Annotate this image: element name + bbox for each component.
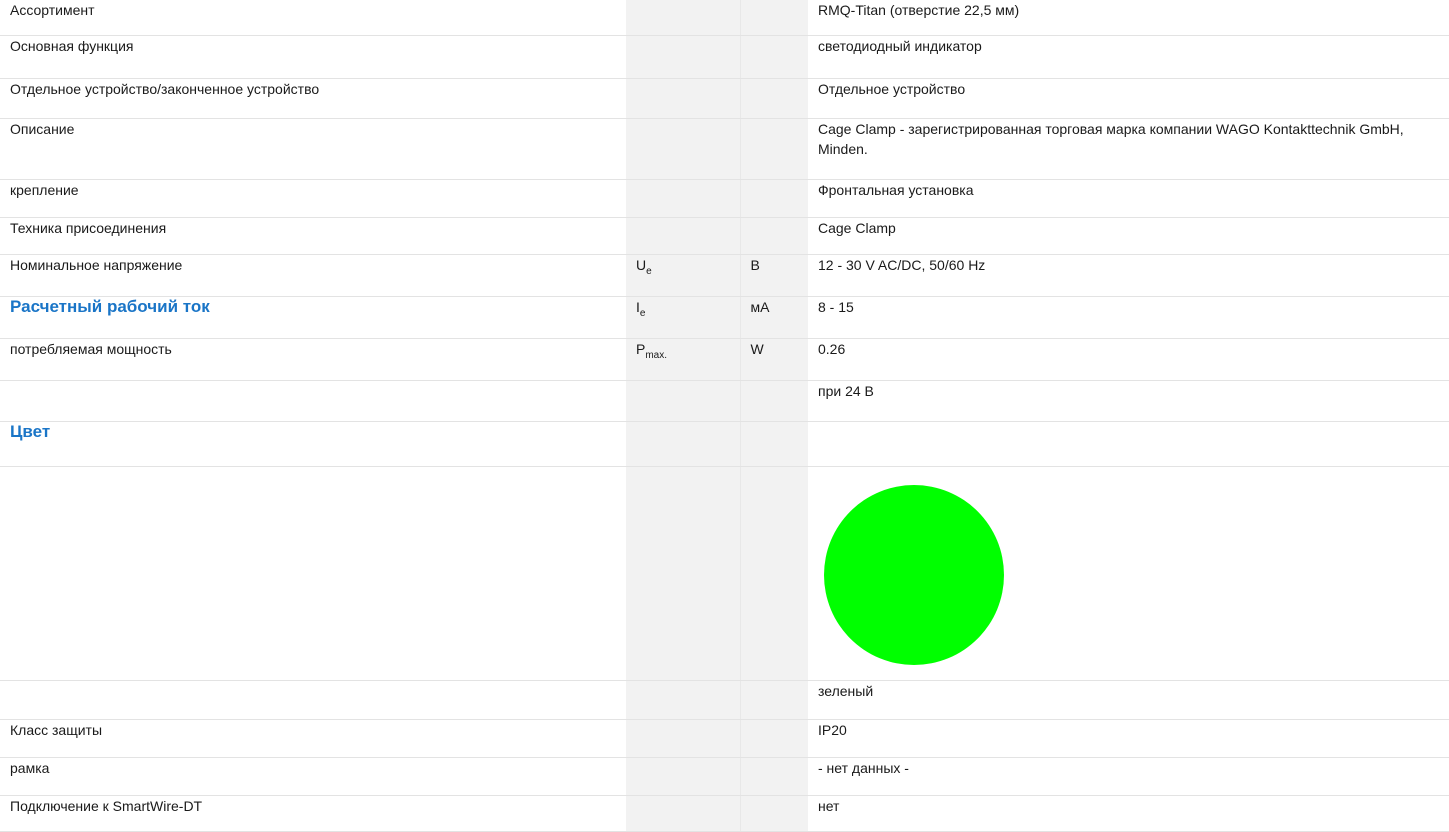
spec-row-smartwire: Подключение к SmartWire-DT нет (0, 795, 1449, 832)
spec-row-color-name: зеленый (0, 680, 1449, 720)
spec-label: Расчетный рабочий ток (0, 296, 626, 339)
spec-row-power-note: при 24 В (0, 380, 1449, 422)
spec-label: Описание (0, 118, 626, 180)
spec-unit: W (740, 338, 808, 381)
spec-label: рамка (0, 757, 626, 796)
spec-row-color-heading: Цвет (0, 421, 1449, 467)
spec-label: Техника присоединения (0, 217, 626, 255)
color-swatch (824, 484, 1004, 665)
spec-row-main-function: Основная функция светодиодный индикатор (0, 35, 1449, 79)
spec-symbol: Pmax. (626, 338, 741, 381)
spec-value: 12 - 30 V AC/DC, 50/60 Hz (808, 254, 1449, 297)
symbol-subscript: max. (645, 349, 668, 361)
spec-value: при 24 В (808, 380, 1449, 422)
spec-row-description: Описание Cage Clamp - зарегистрированная… (0, 118, 1449, 180)
spec-value: Cage Clamp (808, 217, 1449, 255)
spec-row-rated-voltage: Номинальное напряжение Ue В 12 - 30 V AC… (0, 254, 1449, 297)
spec-label: Номинальное напряжение (0, 254, 626, 297)
spec-value: 8 - 15 (808, 296, 1449, 339)
spec-value: RMQ-Titan (отверстие 22,5 мм) (808, 0, 1449, 36)
spec-row-range: Ассортимент RMQ-Titan (отверстие 22,5 мм… (0, 0, 1449, 36)
spec-value: Фронтальная установка (808, 179, 1449, 218)
symbol-subscript: e (639, 307, 646, 319)
symbol-base: U (636, 256, 647, 273)
spec-symbol: Ie (626, 296, 741, 339)
spec-value: - нет данных - (808, 757, 1449, 796)
spec-label: Подключение к SmartWire-DT (0, 795, 626, 832)
spec-label: крепление (0, 179, 626, 218)
spec-label: Основная функция (0, 35, 626, 79)
spec-value: IP20 (808, 719, 1449, 758)
spec-row-connection: Техника присоединения Cage Clamp (0, 217, 1449, 255)
spec-value: 0.26 (808, 338, 1449, 381)
spec-row-power: потребляемая мощность Pmax. W 0.26 (0, 338, 1449, 381)
spec-unit: мА (740, 296, 808, 339)
spec-label: Ассортимент (0, 0, 626, 36)
spec-row-rated-current: Расчетный рабочий ток Ie мА 8 - 15 (0, 296, 1449, 339)
spec-symbol: Ue (626, 254, 741, 297)
product-specs-table: Ассортимент RMQ-Titan (отверстие 22,5 мм… (0, 0, 1449, 832)
spec-label: потребляемая мощность (0, 338, 626, 381)
spec-value: Cage Clamp - зарегистрированная торговая… (808, 118, 1449, 180)
symbol-base: P (636, 340, 646, 357)
symbol-subscript: e (646, 265, 652, 277)
color-heading: Цвет (0, 421, 626, 467)
spec-row-mounting: крепление Фронтальная установка (0, 179, 1449, 218)
spec-label (0, 380, 626, 422)
spec-row-protection-class: Класс защиты IP20 (0, 719, 1449, 758)
spec-row-device-type: Отдельное устройство/законченное устройс… (0, 78, 1449, 119)
spec-value: Отдельное устройство (808, 78, 1449, 119)
spec-row-frame: рамка - нет данных - (0, 757, 1449, 796)
spec-value: зеленый (808, 680, 1449, 720)
spec-row-color-swatch (0, 466, 1449, 681)
spec-value: нет (808, 795, 1449, 832)
spec-value: светодиодный индикатор (808, 35, 1449, 79)
spec-label: Класс защиты (0, 719, 626, 758)
spec-unit: В (740, 254, 808, 297)
spec-label: Отдельное устройство/законченное устройс… (0, 78, 626, 119)
